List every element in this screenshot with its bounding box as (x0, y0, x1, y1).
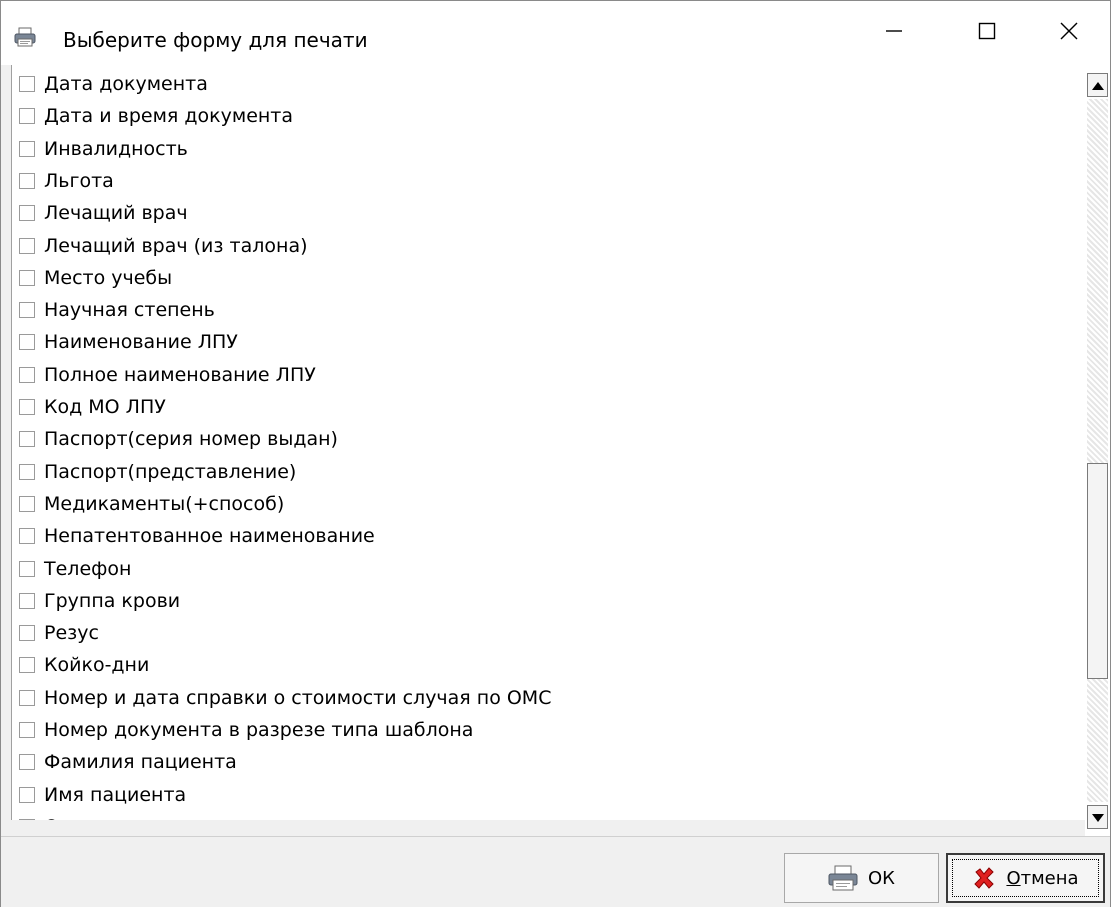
checkbox[interactable] (19, 786, 35, 803)
list-item-label: Паспорт(представление) (44, 460, 297, 483)
ok-button[interactable]: ОК (784, 853, 939, 903)
checkbox[interactable] (19, 431, 35, 448)
list-item[interactable]: Группа крови (12, 585, 180, 617)
list-item[interactable]: Номер документа в разрезе типа шаблона (12, 714, 473, 746)
checkbox[interactable] (19, 592, 35, 609)
list-item[interactable]: Место учебы (12, 262, 172, 294)
checkbox[interactable] (19, 560, 35, 577)
checkbox[interactable] (19, 528, 35, 545)
arrow-down-icon (1091, 808, 1105, 827)
checkbox[interactable] (19, 495, 35, 512)
checkbox[interactable] (19, 689, 35, 706)
list-item[interactable]: Номер и дата справки о стоимости случая … (12, 682, 551, 714)
list-item-label: Место учебы (44, 266, 173, 289)
checkbox[interactable] (19, 754, 35, 771)
list-item-label: Номер и дата справки о стоимости случая … (44, 686, 552, 709)
focus-rectangle (952, 859, 1099, 897)
list-item[interactable]: Льгота (12, 165, 114, 197)
title-bar[interactable]: Выберите форму для печати (1, 1, 1110, 65)
list-item-label: Койко-дни (44, 654, 150, 677)
list-item[interactable]: Паспорт(серия номер выдан) (12, 423, 338, 455)
checkbox[interactable] (19, 399, 35, 415)
list-item[interactable]: Лечащий врач (12, 197, 188, 229)
checkbox[interactable] (19, 108, 35, 125)
checkbox[interactable] (19, 334, 35, 351)
minimize-icon (884, 21, 904, 45)
list-item[interactable]: Дата документа (12, 68, 208, 100)
list-item[interactable]: Непатентованное наименование (12, 520, 375, 552)
list-item-label: Непатентованное наименование (44, 525, 375, 548)
checkbox[interactable] (19, 205, 35, 222)
list-item-label: Наименование ЛПУ (44, 331, 238, 354)
list-item[interactable]: Имя пациента (12, 779, 186, 811)
list-item-label: Фамилия пациента (44, 751, 237, 774)
list-item-label: Телефон (44, 557, 132, 580)
list-item[interactable]: Койко-дни (12, 649, 149, 681)
list-item[interactable]: Резус (12, 617, 99, 649)
ok-button-label: ОК (868, 867, 895, 889)
checkbox[interactable] (19, 463, 35, 480)
list-item-label: Научная степень (44, 299, 215, 322)
list-item-label: Номер документа в разрезе типа шаблона (44, 719, 474, 741)
checkbox[interactable] (19, 140, 35, 157)
checkbox[interactable] (19, 366, 35, 383)
list-item-label: Льгота (44, 169, 114, 192)
list-item-label: Лечащий врач (44, 202, 188, 225)
checkbox[interactable] (19, 237, 35, 254)
print-form-dialog: Выберите форму для печати Дата документа… (0, 0, 1111, 907)
button-bar: ОК Отмена (1, 836, 1110, 907)
list-item[interactable]: Паспорт(представление) (12, 456, 296, 488)
scroll-down-button[interactable] (1087, 805, 1108, 829)
list-item-label: Паспорт(серия номер выдан) (44, 428, 338, 451)
scroll-up-button[interactable] (1087, 73, 1108, 97)
list-item[interactable]: Инвалидность (12, 133, 188, 165)
checkbox[interactable] (19, 302, 35, 319)
close-icon (1059, 21, 1079, 45)
cancel-button[interactable]: Отмена (946, 853, 1105, 903)
checkbox[interactable] (19, 657, 35, 674)
checkbox[interactable] (19, 172, 35, 189)
field-checklist[interactable]: Дата документа Дата и время документа Инва… (11, 65, 1086, 820)
printer-icon (14, 27, 36, 51)
list-item-label: Код МО ЛПУ (44, 396, 166, 418)
list-item-label: Медикаменты(+способ) (44, 492, 285, 515)
scrollbar-thumb[interactable] (1087, 463, 1108, 679)
checkbox[interactable] (19, 722, 35, 738)
minimize-button[interactable] (847, 1, 941, 65)
list-item-label: Резус (44, 622, 99, 645)
list-item[interactable]: Полное наименование ЛПУ (12, 359, 316, 391)
list-item-label: Инвалидность (44, 137, 188, 160)
list-item[interactable]: Отчество пациента (12, 811, 239, 820)
list-item[interactable]: Дата и время документа (12, 100, 293, 132)
checkbox[interactable] (19, 818, 35, 820)
list-item-label: Лечащий врач (из талона) (44, 234, 308, 257)
list-item[interactable]: Лечащий врач (из талона) (12, 230, 308, 262)
list-item[interactable]: Телефон (12, 553, 131, 585)
list-item-label: Имя пациента (44, 783, 187, 806)
list-item[interactable]: Наименование ЛПУ (12, 326, 238, 358)
list-item[interactable]: Научная степень (12, 294, 215, 326)
window-title: Выберите форму для печати (63, 28, 368, 52)
list-item[interactable]: Код МО ЛПУ (12, 391, 166, 423)
arrow-up-icon (1091, 76, 1105, 95)
checkbox[interactable] (19, 269, 35, 286)
list-item[interactable]: Фамилия пациента (12, 746, 237, 778)
list-item-label: Дата и время документа (44, 105, 294, 128)
list-item-label: Полное наименование ЛПУ (44, 363, 316, 386)
list-item-label: Дата документа (44, 73, 208, 95)
checkbox[interactable] (19, 625, 35, 642)
maximize-button[interactable] (940, 1, 1034, 65)
checkbox[interactable] (19, 76, 35, 92)
scrollbar-track[interactable] (1087, 99, 1108, 802)
printer-icon (828, 865, 858, 891)
list-item-label: Группа крови (44, 589, 181, 612)
list-item-label: Отчество пациента (44, 816, 239, 820)
maximize-icon (977, 21, 997, 45)
vertical-scrollbar[interactable] (1085, 65, 1110, 836)
list-item[interactable]: Медикаменты(+способ) (12, 488, 284, 520)
close-button[interactable] (1027, 1, 1110, 65)
